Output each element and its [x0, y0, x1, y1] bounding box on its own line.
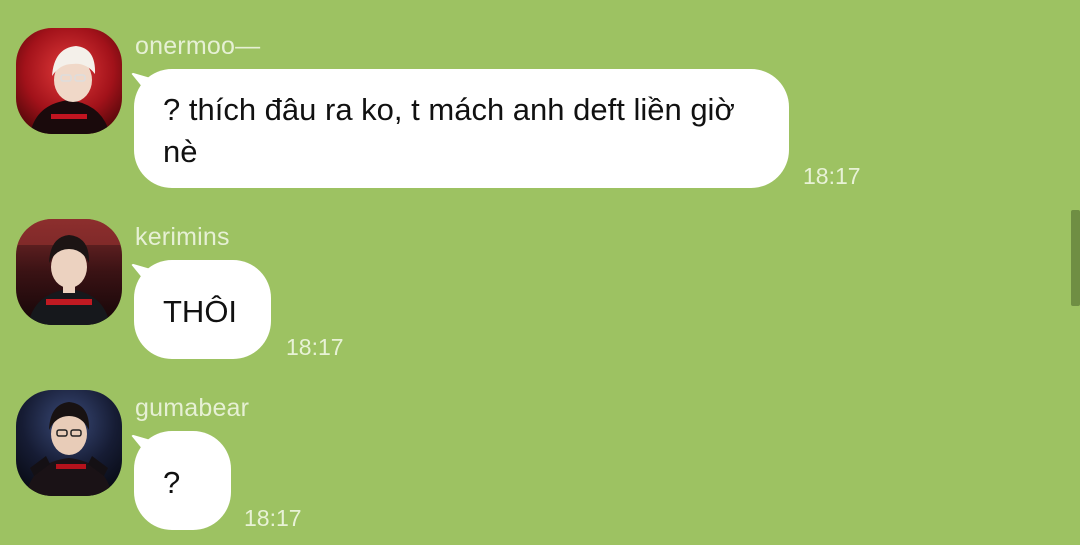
message-text: ? thích đâu ra ko, t mách anh deft liền … [163, 92, 735, 169]
message-bubble[interactable]: THÔI [134, 260, 271, 359]
scrollbar[interactable] [1071, 210, 1080, 306]
sender-name: kerimins [135, 223, 230, 251]
message-text: THÔI [163, 294, 238, 329]
message-bubble[interactable]: ? [134, 431, 231, 530]
avatar[interactable] [16, 390, 122, 496]
avatar-photo [16, 390, 122, 496]
message-timestamp: 18:17 [244, 505, 302, 531]
message-bubble[interactable]: ? thích đâu ra ko, t mách anh deft liền … [134, 69, 789, 188]
message-text: ? [163, 465, 181, 500]
avatar[interactable] [16, 219, 122, 325]
avatar[interactable] [16, 28, 122, 134]
sender-name: gumabear [135, 394, 250, 422]
message-timestamp: 18:17 [286, 334, 344, 360]
message-timestamp: 18:17 [803, 163, 861, 189]
avatar-photo [16, 28, 122, 134]
avatar-photo [16, 219, 122, 325]
sender-name: onermoo— [135, 32, 261, 60]
